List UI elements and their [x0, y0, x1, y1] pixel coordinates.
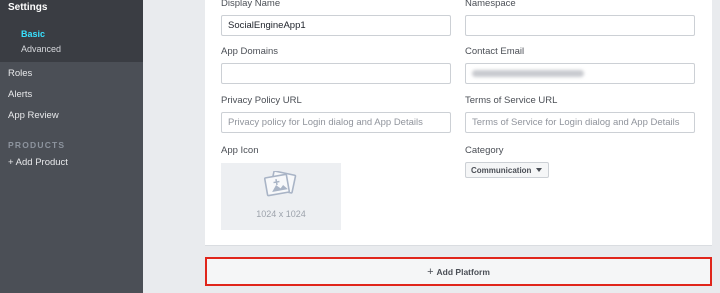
image-upload-icon [263, 171, 297, 197]
app-icon-upload[interactable]: 1024 x 1024 [221, 163, 341, 230]
category-label: Category [465, 145, 504, 156]
add-platform-label: Add Platform [436, 266, 490, 277]
plus-icon: + [427, 265, 434, 278]
display-name-input[interactable]: SocialEngineApp1 [221, 15, 451, 36]
display-name-field: Display Name SocialEngineApp1 [221, 0, 451, 36]
terms-of-service-input[interactable]: Terms of Service for Login dialog and Ap… [465, 112, 695, 133]
app-domains-field: App Domains [221, 46, 451, 84]
privacy-policy-field: Privacy Policy URL Privacy policy for Lo… [221, 95, 451, 133]
app-domains-label: App Domains [221, 46, 279, 57]
app-icon-label: App Icon [221, 145, 259, 156]
add-platform-button[interactable]: + Add Platform [205, 257, 712, 286]
privacy-policy-label: Privacy Policy URL [221, 95, 302, 106]
namespace-field: Namespace [465, 0, 695, 36]
redacted-email [472, 70, 584, 77]
add-product-link[interactable]: + Add Product [0, 152, 143, 174]
namespace-label: Namespace [465, 0, 516, 9]
sidebar-section-products: PRODUCTS [8, 140, 66, 150]
app-icon-size-label: 1024 x 1024 [256, 209, 306, 219]
chevron-down-icon [536, 168, 543, 172]
contact-email-input[interactable] [465, 63, 695, 84]
sidebar-subitem-basic[interactable]: Basic [0, 28, 143, 43]
contact-email-field: Contact Email [465, 46, 695, 84]
sidebar: Settings Basic Advanced Roles Alerts App… [0, 0, 143, 293]
sidebar-item-roles[interactable]: Roles [0, 63, 143, 84]
basic-settings-card: Display Name SocialEngineApp1 Namespace … [205, 0, 712, 246]
sidebar-subitem-advanced[interactable]: Advanced [0, 43, 143, 58]
sidebar-item-app-review[interactable]: App Review [0, 105, 143, 126]
category-value: Communication [471, 165, 532, 175]
display-name-label: Display Name [221, 0, 281, 9]
app-domains-input[interactable] [221, 63, 451, 84]
category-dropdown[interactable]: Communication [465, 162, 550, 178]
sidebar-item-settings[interactable]: Settings [0, 2, 143, 16]
category-field: Category Communication [465, 145, 550, 178]
privacy-policy-input[interactable]: Privacy policy for Login dialog and App … [221, 112, 451, 133]
sidebar-item-alerts[interactable]: Alerts [0, 84, 143, 105]
terms-of-service-label: Terms of Service URL [465, 95, 558, 106]
terms-of-service-field: Terms of Service URL Terms of Service fo… [465, 95, 695, 133]
app-icon-field: App Icon 1024 x 1024 [221, 145, 341, 230]
contact-email-label: Contact Email [465, 46, 525, 57]
settings-section: Settings Basic Advanced [0, 0, 143, 62]
sidebar-nav: Roles Alerts App Review PRODUCTS + Add P… [0, 62, 143, 174]
namespace-input[interactable] [465, 15, 695, 36]
